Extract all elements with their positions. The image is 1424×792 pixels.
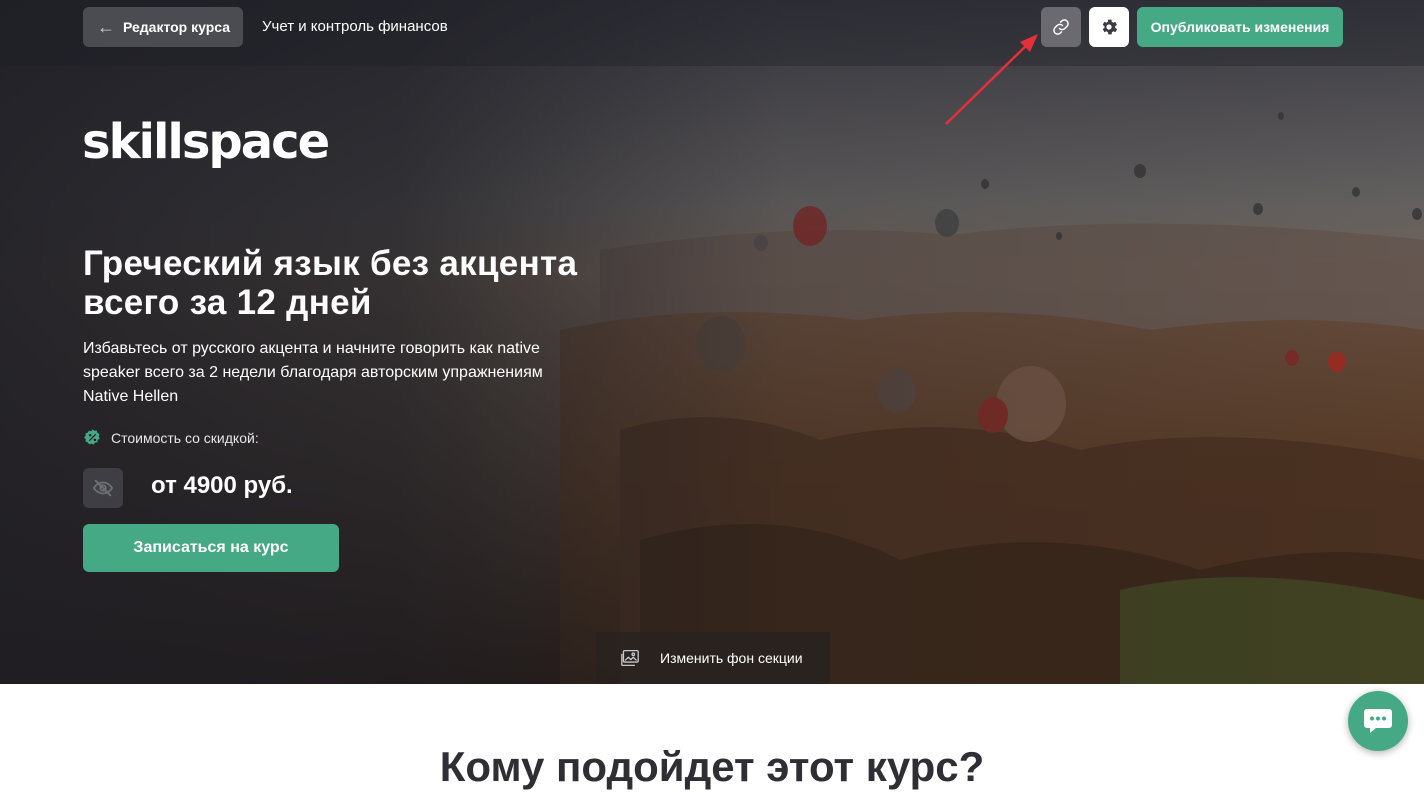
next-section-title: Кому подойдет этот курс?: [439, 743, 985, 790]
gear-icon: [1102, 19, 1118, 35]
chat-icon: [1364, 709, 1392, 733]
course-headline: Греческий язык без акцента всего за 12 д…: [83, 244, 578, 322]
enroll-button[interactable]: Записаться на курс: [83, 524, 339, 572]
settings-button[interactable]: [1089, 7, 1129, 47]
change-background-label: Изменить фон секции: [660, 650, 803, 666]
course-name: Учет и контроль финансов: [262, 18, 448, 35]
course-price: от 4900 руб.: [151, 472, 293, 499]
eye-off-icon: [92, 479, 114, 497]
back-to-editor-button[interactable]: ← Редактор курса: [83, 7, 243, 47]
hide-price-toggle[interactable]: [83, 468, 123, 508]
chat-widget-button[interactable]: [1348, 691, 1408, 751]
link-icon: [1053, 19, 1069, 35]
discount-label: Стоимость со скидкой:: [111, 429, 259, 446]
arrow-left-icon: ←: [97, 17, 115, 37]
editor-topbar: ← Редактор курса Учет и контроль финансо…: [0, 0, 1424, 66]
course-subtitle: Избавьтесь от русского акцента и начните…: [83, 340, 543, 405]
skillspace-logo: skillspace: [82, 114, 330, 170]
change-background-button[interactable]: Изменить фон секции: [596, 632, 830, 684]
image-icon: [621, 649, 639, 667]
back-button-label: Редактор курса: [123, 19, 231, 35]
discount-badge-icon: [84, 429, 100, 445]
publish-changes-button[interactable]: Опубликовать изменения: [1137, 7, 1343, 47]
copy-link-button[interactable]: [1041, 7, 1081, 47]
discount-row: Стоимость со скидкой:: [83, 428, 259, 447]
